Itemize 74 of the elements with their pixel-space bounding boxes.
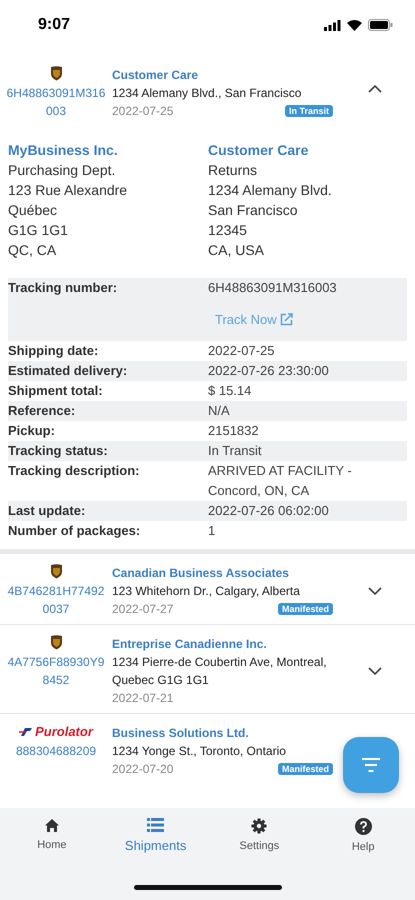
detail-label: Shipping date: [8, 342, 100, 360]
detail-label: Tracking number: [8, 279, 118, 297]
status-time: 9:07 [38, 16, 70, 34]
tracking-number[interactable]: 6H48863091M316003 [6, 84, 106, 120]
help-icon [354, 818, 372, 835]
detail-label: Shipment total: [8, 382, 104, 400]
detail-value: 2151832 [208, 422, 260, 440]
address-line: QC, CA [8, 241, 58, 260]
address-line: Returns [208, 161, 258, 180]
detail-value: 2022-07-25 [208, 342, 276, 360]
address-line: Québec [8, 201, 58, 220]
detail-value: 2022-07-26 23:30:00 [208, 362, 330, 380]
carrier-logo: Purolator [19, 724, 93, 739]
recipient-address: 1234 Alemany Blvd., San Francisco [112, 85, 302, 102]
detail-value: N/A [208, 402, 231, 420]
chevron-icon[interactable] [368, 666, 382, 676]
shield-logo-icon [50, 564, 62, 579]
shipment-date: 2022-07-25 [112, 103, 174, 120]
address-line: G1G 1G1 [8, 221, 69, 240]
address-name: Customer Care [208, 141, 310, 160]
detail-label: Last update: [8, 502, 86, 520]
detail-label: Tracking description: [8, 462, 140, 480]
recipient-address: 1234 Pierre-de Coubertin Ave, Montreal, Quebec G1G 1G1 [112, 654, 328, 689]
recipient-address: 1234 Yonge St., Toronto, Ontario [112, 743, 287, 760]
settings-icon [251, 818, 268, 834]
detail-label: Pickup: [8, 422, 56, 440]
status-badge: In Transit [284, 105, 333, 117]
detail-value: 2022-07-26 06:02:00 [208, 502, 330, 520]
detail-label: Tracking status: [8, 442, 109, 460]
recipient-address: 123 Whitehorn Dr., Calgary, Alberta [112, 583, 301, 600]
shield-logo-icon [50, 66, 62, 81]
chevron-icon[interactable] [368, 586, 382, 596]
home-icon [44, 818, 60, 833]
recipient-name: Canadian Business Associates [112, 565, 290, 582]
address-line: CA, USA [208, 241, 266, 260]
detail-label: Reference: [8, 402, 76, 420]
chevron-icon[interactable] [368, 84, 382, 93]
wifi-icon [347, 20, 362, 30]
detail-value: ARRIVED AT FACILITY - Concord, ON, CA [208, 462, 353, 500]
signal-icon [324, 20, 341, 30]
address-line: 1234 Alemany Blvd. [208, 181, 333, 200]
external-link-icon [280, 313, 293, 326]
address-line: Purchasing Dept. [8, 161, 116, 180]
status-badge: Manifested [278, 763, 333, 775]
filter-icon [362, 758, 380, 772]
shipment-date: 2022-07-20 [112, 761, 174, 778]
detail-value: In Transit [208, 442, 262, 460]
address-line: 123 Rue Alexandre [8, 181, 128, 200]
detail-value: $ 15.14 [208, 382, 252, 400]
tracking-number[interactable]: 888304688209 [6, 742, 106, 760]
tab-item[interactable]: Shipments [104, 818, 208, 853]
recipient-name: Entreprise Canadienne Inc. [112, 636, 268, 653]
shipment-date: 2022-07-21 [112, 690, 174, 707]
tracking-number[interactable]: 4B746281H774920037 [6, 582, 106, 618]
battery-icon [368, 19, 393, 31]
address-name: MyBusiness Inc. [8, 141, 119, 160]
filter-button[interactable] [343, 737, 399, 793]
shipment-date: 2022-07-27 [112, 601, 174, 618]
tab-item[interactable]: Home [0, 818, 104, 853]
address-line: San Francisco [208, 201, 298, 220]
detail-label: Number of packages: [8, 522, 142, 540]
list-icon [147, 818, 164, 832]
tracking-number[interactable]: 4A7756F88930Y98452 [6, 653, 106, 689]
detail-label: Estimated delivery: [8, 362, 128, 380]
detail-value: 1 [208, 522, 216, 540]
tab-item[interactable]: Settings [208, 818, 312, 853]
tab-item[interactable]: Help [311, 818, 415, 853]
status-badge: Manifested [278, 603, 333, 615]
track-now-link[interactable]: Track Now [215, 312, 293, 327]
recipient-name: Business Solutions Ltd. [112, 725, 250, 742]
address-line: 12345 [208, 221, 248, 240]
recipient-name: Customer Care [112, 67, 200, 84]
shield-logo-icon [50, 635, 62, 650]
detail-value: 6H48863091M316003 [208, 279, 338, 297]
